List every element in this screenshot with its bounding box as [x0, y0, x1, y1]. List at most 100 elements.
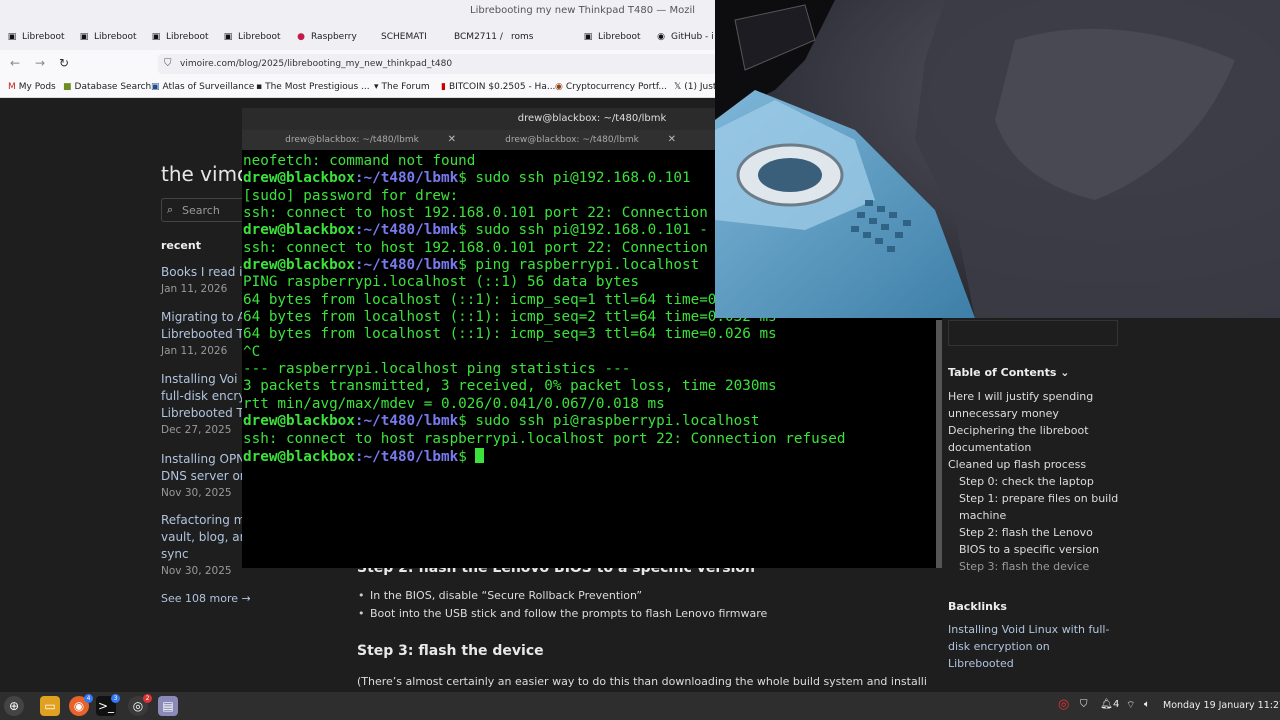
toc-item[interactable]: Step 2: flash the Lenovo BIOS to a speci…: [959, 524, 1119, 558]
list-item[interactable]: Refactoring m vault, blog, ar sync Nov 3…: [161, 512, 251, 579]
clock[interactable]: Monday 19 January 11:27: [1163, 700, 1280, 711]
libreboot-icon: ▣: [583, 32, 593, 42]
prompt-symbol: $: [458, 448, 476, 465]
window-title: Librebooting my new Thinkpad T480 — Mozi…: [470, 5, 696, 16]
files-icon[interactable]: ▭: [40, 696, 60, 716]
prompt-user: drew@blackbox: [243, 448, 355, 465]
screen: Librebooting my new Thinkpad T480 — Mozi…: [0, 0, 1280, 720]
bookmark-x[interactable]: 𝕏 (1) Just: [674, 82, 716, 92]
bookmark-database-search[interactable]: ■ Database Search: [63, 82, 151, 92]
prompt-path: :~/t480/lbmk: [354, 448, 459, 465]
list-item[interactable]: Books I read i Jan 11, 2026: [161, 264, 251, 297]
tab-bcm2711[interactable]: BCM2711 /: [454, 26, 503, 48]
post-title[interactable]: Installing OPN DNS server or: [161, 451, 251, 485]
database-icon: ■: [63, 82, 72, 92]
tab-libreboot-4[interactable]: ▣ Libreboot: [223, 26, 281, 48]
site-title[interactable]: the vimo: [161, 162, 249, 186]
list-item[interactable]: Installing OPN DNS server or Nov 30, 202…: [161, 451, 251, 501]
terminal-command-line: drew@blackbox:~/t480/lbmk$ sudo ssh pi@r…: [243, 413, 941, 430]
post-title[interactable]: Installing Voi full-disk encry Libreboot…: [161, 371, 251, 422]
raspberry-icon: ●: [297, 32, 305, 42]
bookmark-crypto[interactable]: ◉ Cryptocurrency Portf...: [555, 82, 667, 92]
close-icon[interactable]: ✕: [448, 130, 456, 150]
terminal-scrollbar[interactable]: [936, 320, 942, 568]
tab-libreboot-1[interactable]: ▣ Libreboot: [7, 26, 65, 48]
badge: 4: [84, 694, 93, 703]
back-icon[interactable]: ←: [7, 56, 23, 70]
toc-item[interactable]: Deciphering the libreboot documentation: [948, 422, 1118, 456]
tab-raspberry[interactable]: ● Raspberry: [296, 26, 357, 48]
list-item: In the BIOS, disable “Secure Rollback Pr…: [358, 589, 642, 602]
step3-heading: Step 3: flash the device: [357, 643, 544, 659]
terminal-cursor: [475, 447, 485, 463]
list-item[interactable]: Installing Voi full-disk encry Libreboot…: [161, 371, 251, 438]
shield-icon[interactable]: ⛉: [1080, 699, 1088, 710]
bookmark-atlas[interactable]: ▣ Atlas of Surveillance: [151, 82, 254, 92]
post-date: Jan 11, 2026: [161, 283, 228, 295]
bookmark-prestigious[interactable]: ▪ The Most Prestigious ...: [256, 82, 370, 92]
prompt-user: drew@blackbox: [243, 222, 355, 239]
close-icon[interactable]: ✕: [668, 130, 676, 150]
see-more-link[interactable]: See 108 more →: [161, 592, 251, 605]
toc-item-active[interactable]: Step 3: flash the device: [959, 558, 1119, 575]
text-editor-icon[interactable]: ▤: [158, 696, 178, 716]
terminal-tab-1[interactable]: drew@blackbox: ~/t480/lbmk ✕: [242, 130, 462, 150]
step3-paragraph: (There’s almost certainly an easier way …: [357, 675, 927, 688]
toc-item[interactable]: Step 0: check the laptop: [959, 473, 1119, 490]
chromium-icon[interactable]: ◎ 2: [128, 694, 152, 716]
firefox-icon[interactable]: ◉ 4: [69, 694, 93, 716]
libreboot-icon: ▣: [151, 32, 161, 42]
reload-icon[interactable]: ↻: [56, 56, 72, 70]
post-title[interactable]: Books I read i: [161, 264, 251, 281]
webcam-image: [715, 0, 1280, 318]
post-date: Jan 11, 2026: [161, 345, 228, 357]
terminal-output-line: ^C: [243, 343, 261, 360]
tab-libreboot-5[interactable]: ▣ Libreboot: [583, 26, 641, 48]
tab-schematic[interactable]: SCHEMATI: [381, 26, 427, 48]
bookmark-bitcoin[interactable]: ▮ BITCOIN $0.2505 - Ha...: [441, 82, 555, 92]
terminal-tab-2[interactable]: drew@blackbox: ~/t480/lbmk ✕: [462, 130, 682, 150]
tab-libreboot-3[interactable]: ▣ Libreboot: [151, 26, 209, 48]
menu-icon[interactable]: ⊕: [4, 696, 24, 716]
bookmark-forum[interactable]: ▾ The Forum: [374, 82, 430, 92]
backlink-item[interactable]: Installing Void Linux with full-disk enc…: [948, 621, 1118, 672]
terminal-output-line: --- raspberrypi.localhost ping statistic…: [243, 361, 631, 378]
notification-count: 4: [1113, 699, 1120, 710]
prompt-path: :~/t480/lbmk: [354, 222, 459, 239]
crypto-icon: ◉: [555, 82, 563, 92]
tab-libreboot-2[interactable]: ▣ Libreboot: [79, 26, 137, 48]
post-date: Nov 30, 2025: [161, 487, 232, 499]
post-title[interactable]: Migrating to A Librebooted T: [161, 309, 251, 343]
url-text: vimoire.com/blog/2025/librebooting_my_ne…: [180, 59, 453, 69]
post-title[interactable]: Refactoring m vault, blog, ar sync: [161, 512, 251, 563]
toc-item[interactable]: Step 1: prepare files on build machine: [959, 490, 1119, 524]
terminal-output-line: ssh: connect to host raspberrypi.localho…: [243, 430, 846, 447]
toc-heading[interactable]: Table of Contents ⌄: [948, 366, 1070, 379]
url-bar[interactable]: ⛉ vimoire.com/blog/2025/librebooting_my_…: [158, 54, 718, 74]
toc-top-box: [948, 320, 1118, 346]
list-item[interactable]: Migrating to A Librebooted T Jan 11, 202…: [161, 309, 251, 359]
terminal-output-line: 3 packets transmitted, 3 received, 0% pa…: [243, 378, 777, 395]
forward-icon[interactable]: →: [32, 56, 48, 70]
libreboot-icon: ▣: [7, 32, 17, 42]
bookmark-my-pods[interactable]: M My Pods: [8, 82, 56, 92]
prompt-path: :~/t480/lbmk: [354, 170, 459, 187]
toc-item[interactable]: Here I will justify spending unnecessary…: [948, 388, 1118, 422]
tab-roms[interactable]: roms: [511, 26, 533, 48]
toc-item[interactable]: Cleaned up flash process: [948, 456, 1118, 473]
taskbar: ⊕ ▭ ◉ 4 >_ 3 ◎ 2 ▤ ◎ ⛉ 🔔︎ 4 ⌔ 🔈︎ Monday 19 …: [0, 692, 1280, 720]
post-date: Dec 27, 2025: [161, 424, 232, 436]
terminal-icon[interactable]: >_ 3: [96, 694, 120, 716]
volume-icon[interactable]: 🔈︎: [1144, 699, 1150, 710]
wifi-icon[interactable]: ⌔: [1126, 699, 1135, 712]
badge: 3: [111, 694, 120, 703]
prompt-symbol: $: [458, 413, 476, 430]
notification-icon[interactable]: 🔔︎: [1100, 699, 1113, 710]
prompt-symbol: $: [458, 170, 476, 187]
command-text: sudo ssh pi@192.168.0.101: [475, 170, 691, 187]
tab-github[interactable]: ◉ GitHub - i: [656, 26, 714, 48]
prompt-user: drew@blackbox: [243, 257, 355, 274]
libreboot-icon: ▣: [223, 32, 233, 42]
post-date: Nov 30, 2025: [161, 565, 232, 577]
recording-icon[interactable]: ◎: [1058, 697, 1069, 712]
